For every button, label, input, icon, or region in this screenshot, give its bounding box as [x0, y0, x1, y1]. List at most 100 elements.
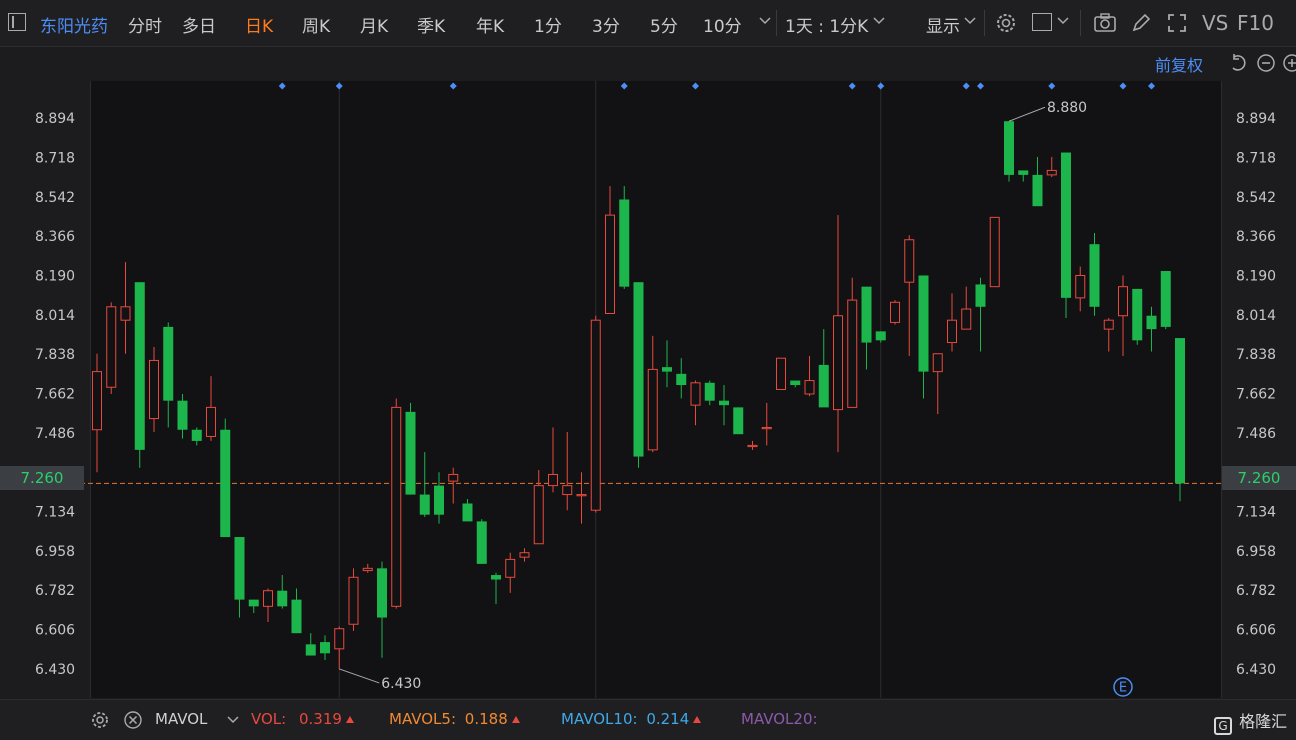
candle-body [590, 319, 601, 511]
gear-icon[interactable] [90, 710, 110, 730]
candle-up [106, 302, 117, 394]
y-tick-label: 7.486 [1236, 426, 1276, 442]
y-tick-label: 7.838 [1236, 347, 1276, 363]
event-e-icon[interactable]: E [1113, 677, 1133, 697]
candle-down [1089, 233, 1100, 316]
mavol5-label: MAVOL5: [389, 710, 457, 728]
candle-body [263, 590, 273, 607]
candle-down [662, 340, 672, 388]
indicator-bar: MAVOL VOL: 0.319 MAVOL5: 0.188 MAVOL10: … [0, 699, 1296, 740]
y-tick-label: 7.134 [35, 505, 75, 521]
candle-body [1146, 315, 1157, 330]
last-price-tag-left: 7.260 [0, 466, 84, 490]
y-tick-label: 6.430 [1236, 662, 1276, 678]
candle-down [305, 633, 316, 656]
candle-down [248, 599, 259, 614]
candle-down [1132, 288, 1143, 345]
event-marker [962, 82, 970, 90]
candle-body [861, 286, 872, 343]
candle-body [362, 567, 373, 572]
candle-body [818, 364, 829, 408]
candle-up [576, 472, 587, 524]
candle-up [1103, 317, 1114, 352]
candle-up [1118, 275, 1128, 356]
candle-body [719, 400, 729, 406]
candle-up [747, 440, 758, 450]
high-pointer [1008, 106, 1046, 122]
chevron-down-icon[interactable] [226, 713, 240, 727]
y-tick-label: 8.366 [35, 229, 75, 245]
candle-body [134, 282, 145, 450]
candle-down [633, 282, 644, 468]
event-marker [877, 82, 885, 90]
indicator-name[interactable]: MAVOL [155, 710, 207, 728]
candle-body [733, 407, 744, 435]
candle-body [1032, 174, 1043, 207]
event-marker [1148, 82, 1155, 90]
candle-down [1061, 152, 1071, 318]
candle-up [833, 215, 843, 453]
candle-body [92, 371, 102, 431]
candle-down [134, 282, 145, 468]
candle-body [790, 380, 801, 386]
candle-up [847, 277, 858, 408]
candle-up [761, 402, 772, 446]
candle-up [961, 286, 972, 330]
candle-body [605, 214, 615, 314]
candle-body [462, 503, 473, 522]
candle-body [804, 380, 815, 395]
candle-body [761, 427, 772, 430]
candle-up [519, 548, 530, 562]
candle-down [790, 380, 801, 388]
candle-body [676, 373, 687, 386]
candle-body [434, 485, 444, 515]
candle-down [434, 472, 444, 524]
candle-down [291, 588, 302, 634]
candle-down [163, 322, 174, 428]
candle-body [291, 599, 302, 634]
candle-body [519, 552, 530, 558]
candle-up [334, 626, 345, 669]
mavol5-readout: MAVOL5: 0.188 [389, 710, 520, 728]
candle-up [904, 235, 915, 356]
candle-up [533, 469, 544, 545]
candle-body [177, 400, 188, 430]
candle-body [505, 558, 516, 578]
event-marker [449, 82, 457, 90]
candle-up [804, 355, 815, 397]
candle-body [334, 628, 345, 650]
y-tick-label: 6.430 [35, 662, 75, 678]
candle-body [405, 411, 416, 495]
low-price-label: 6.430 [381, 676, 421, 692]
y-tick-label: 7.838 [35, 347, 75, 363]
candle-body [947, 319, 957, 344]
candle-body [647, 368, 658, 451]
candle-body [206, 406, 216, 437]
candle-down [234, 537, 245, 618]
candle-body [548, 473, 558, 487]
candle-down [462, 499, 473, 522]
candle-body [704, 382, 715, 401]
low-pointer [339, 668, 380, 684]
candle-up [92, 353, 102, 473]
candle-body [875, 331, 886, 341]
y-tick-label: 8.718 [1236, 150, 1276, 166]
brand-g-icon: G [1214, 717, 1232, 735]
up-arrow-icon [693, 716, 702, 723]
candle-down [875, 331, 886, 343]
close-icon[interactable] [123, 710, 143, 730]
mavol10-label: MAVOL10: [561, 710, 638, 728]
candle-body [448, 473, 459, 482]
event-marker [620, 82, 628, 90]
candle-body [1175, 338, 1185, 484]
candle-up [348, 568, 359, 631]
event-marker [848, 82, 856, 90]
candle-up [890, 300, 900, 325]
y-tick-label: 6.958 [35, 544, 75, 560]
vol-readout: VOL: 0.319 [251, 710, 354, 728]
mavol5-value: 0.188 [464, 710, 508, 728]
y-tick-label: 7.486 [35, 426, 75, 442]
mavol10-value: 0.214 [646, 710, 690, 728]
candle-down [733, 407, 744, 435]
candle-down [676, 358, 687, 399]
